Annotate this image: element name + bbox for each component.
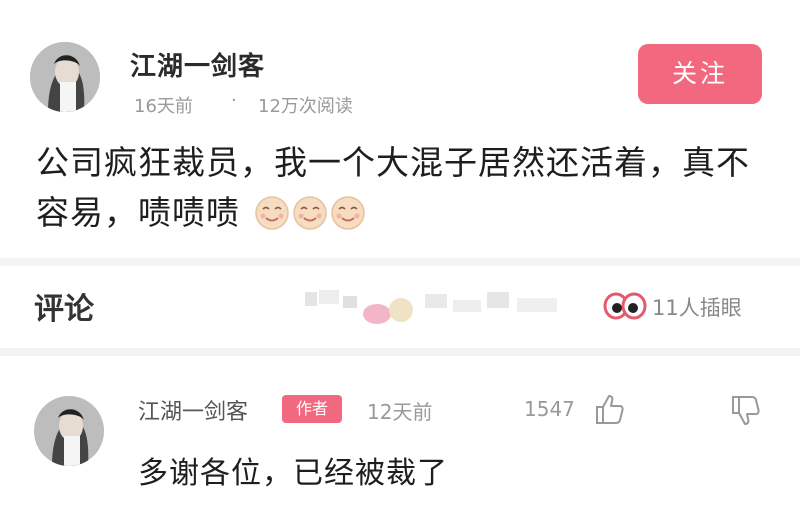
- meta-separator: ·: [231, 90, 237, 111]
- follow-button[interactable]: 关注: [638, 44, 762, 104]
- like-count: 1547: [524, 397, 575, 421]
- post-views: 12万次阅读: [258, 96, 353, 117]
- comment-item: 江湖一剑客 作者 12天前 1547 多谢各位，已经被裁了: [0, 356, 800, 517]
- comment-author-avatar[interactable]: [34, 396, 104, 466]
- comments-header: 评论 11人插眼: [0, 266, 800, 348]
- avatar-photo-icon: [30, 42, 100, 112]
- author-badge: 作者: [282, 395, 342, 423]
- blurred-avatars-strip: [305, 290, 557, 324]
- smiling-face-emoji-icon: [330, 194, 366, 244]
- post-text: 公司疯狂裁员，我一个大混子居然还活着，真不容易，啧啧啧: [36, 143, 750, 232]
- post-card: 江湖一剑客 16天前 · 12万次阅读 关注 公司疯狂裁员，我一个大混子居然还活…: [0, 0, 800, 258]
- insert-count[interactable]: 11人插眼: [652, 292, 742, 322]
- comment-text: 多谢各位，已经被裁了: [138, 456, 448, 491]
- post-content: 公司疯狂裁员，我一个大混子居然还活着，真不容易，啧啧啧: [36, 138, 756, 244]
- thumbs-down-icon[interactable]: [730, 394, 764, 428]
- smiling-face-emoji-icon: [292, 194, 328, 244]
- smiling-face-emoji-icon: [254, 194, 290, 244]
- post-time: 16天前: [134, 96, 193, 117]
- comment-time: 12天前: [367, 400, 433, 424]
- eyes-icon: [603, 292, 647, 320]
- avatar-photo-icon: [34, 396, 104, 466]
- comment-author-name[interactable]: 江湖一剑客: [138, 394, 248, 426]
- author-avatar[interactable]: [30, 42, 100, 112]
- post-author-name[interactable]: 江湖一剑客: [130, 46, 265, 83]
- comments-title: 评论: [34, 292, 94, 327]
- thumbs-up-icon[interactable]: [594, 392, 628, 426]
